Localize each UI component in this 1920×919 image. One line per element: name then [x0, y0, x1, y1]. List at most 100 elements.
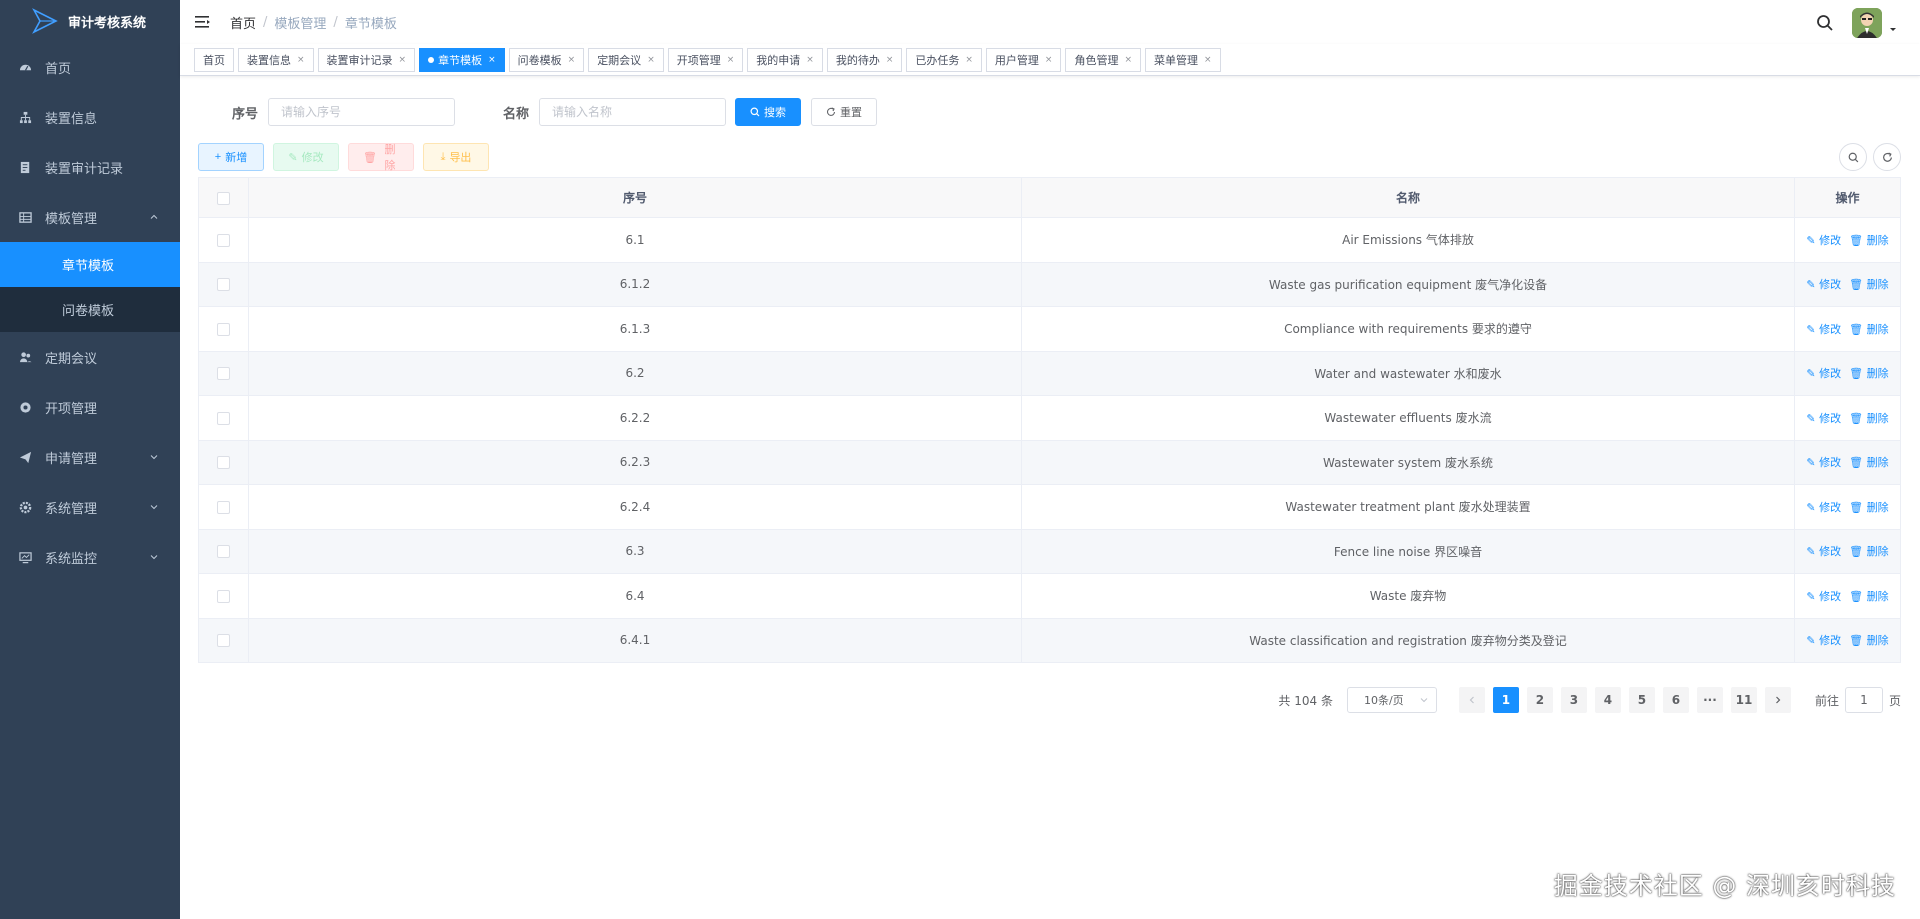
avatar[interactable] — [1852, 8, 1882, 38]
name-input[interactable] — [539, 98, 726, 126]
refresh-button[interactable] — [1873, 143, 1901, 171]
close-icon[interactable]: × — [1124, 55, 1132, 65]
row-delete-button[interactable]: 🗑 删除 — [1849, 545, 1888, 558]
chevron-down-icon[interactable] — [1888, 25, 1898, 35]
tag-10[interactable]: 用户管理 × — [985, 47, 1062, 72]
row-edit-button[interactable]: ✎ 修改 — [1806, 323, 1841, 336]
breadcrumb-home[interactable]: 首页 — [230, 13, 256, 32]
row-edit-button[interactable]: ✎ 修改 — [1806, 234, 1841, 247]
sidebar-subitem-3-0[interactable]: 章节模板 — [0, 242, 180, 287]
sidebar-item-3[interactable]: 模板管理 — [0, 192, 180, 242]
sidebar-item-0[interactable]: 首页 — [0, 42, 180, 92]
edit-button[interactable]: ✎ 修改 — [273, 143, 339, 171]
sidebar-item-6[interactable]: 申请管理 — [0, 432, 180, 482]
close-icon[interactable]: × — [568, 55, 576, 65]
tag-1[interactable]: 装置信息 × — [238, 47, 314, 72]
close-icon[interactable]: × — [806, 55, 814, 65]
select-all-checkbox[interactable] — [217, 191, 230, 205]
row-checkbox[interactable] — [217, 322, 230, 336]
logo[interactable]: 审计考核系统 — [0, 0, 180, 42]
row-checkbox[interactable] — [217, 545, 230, 559]
delete-button[interactable]: 🗑 删除 — [348, 143, 414, 172]
seq-input[interactable] — [268, 98, 455, 126]
sidebar-item-5[interactable]: 开项管理 — [0, 382, 180, 432]
table-row[interactable]: 6.1.2 Waste gas purification equipment 废气… — [198, 262, 1901, 307]
row-delete-button[interactable]: 🗑 删除 — [1849, 234, 1888, 247]
row-edit-button[interactable]: ✎ 修改 — [1806, 545, 1841, 558]
page-size-select[interactable]: 10条/页 — [1346, 687, 1437, 713]
page-button[interactable]: 4 — [1594, 687, 1621, 713]
row-checkbox[interactable] — [217, 411, 230, 425]
row-delete-button[interactable]: 🗑 删除 — [1849, 278, 1888, 291]
row-checkbox[interactable] — [217, 367, 230, 381]
row-delete-button[interactable]: 🗑 删除 — [1849, 501, 1888, 514]
tag-3[interactable]: 章节模板 × — [419, 47, 505, 72]
row-checkbox[interactable] — [217, 278, 230, 292]
sidebar-item-4[interactable]: 定期会议 — [0, 332, 180, 382]
sidebar-item-8[interactable]: 系统监控 — [0, 532, 180, 582]
row-delete-button[interactable]: 🗑 删除 — [1849, 323, 1888, 336]
close-icon[interactable]: × — [1045, 55, 1053, 65]
toggle-search-button[interactable] — [1839, 143, 1867, 171]
page-button[interactable]: 2 — [1526, 687, 1553, 713]
row-delete-button[interactable]: 🗑 删除 — [1849, 634, 1888, 647]
tag-2[interactable]: 装置审计记录 × — [317, 47, 416, 72]
page-button[interactable]: 6 — [1662, 687, 1689, 713]
table-row[interactable]: 6.1 Air Emissions 气体排放 ✎ 修改 🗑 删除 — [198, 217, 1901, 263]
row-checkbox[interactable] — [217, 233, 230, 247]
row-checkbox[interactable] — [217, 456, 230, 470]
table-row[interactable]: 6.3 Fence line noise 界区噪音 ✎ 修改 🗑 删除 — [198, 529, 1901, 574]
tag-7[interactable]: 我的申请 × — [747, 47, 823, 72]
close-icon[interactable]: × — [727, 55, 735, 65]
search-button[interactable]: 搜索 — [735, 98, 801, 126]
page-button[interactable]: 3 — [1560, 687, 1587, 713]
row-checkbox[interactable] — [217, 500, 230, 514]
close-icon[interactable]: × — [1204, 55, 1212, 65]
row-delete-button[interactable]: 🗑 删除 — [1849, 412, 1888, 425]
tag-8[interactable]: 我的待办 × — [826, 47, 903, 72]
export-button[interactable]: ⤓ 导出 — [423, 143, 489, 171]
tag-9[interactable]: 已办任务 × — [906, 47, 982, 72]
row-edit-button[interactable]: ✎ 修改 — [1806, 501, 1841, 514]
tag-5[interactable]: 定期会议 × — [588, 47, 664, 72]
tag-6[interactable]: 开项管理 × — [667, 47, 744, 72]
table-row[interactable]: 6.1.3 Compliance with requirements 要求的遵守 ✎… — [198, 306, 1901, 352]
row-edit-button[interactable]: ✎ 修改 — [1806, 367, 1841, 380]
row-checkbox[interactable] — [217, 634, 230, 648]
page-button[interactable]: 11 — [1730, 687, 1757, 713]
search-icon[interactable] — [1816, 14, 1834, 32]
hamburger-icon[interactable] — [194, 13, 212, 31]
sidebar-subitem-3-1[interactable]: 问卷模板 — [0, 287, 180, 332]
sidebar-item-1[interactable]: 装置信息 — [0, 92, 180, 142]
tag-12[interactable]: 菜单管理 × — [1145, 47, 1221, 72]
table-row[interactable]: 6.2.2 Wastewater effluents 废水流 ✎ 修改 🗑 删除 — [198, 395, 1901, 441]
row-delete-button[interactable]: 🗑 删除 — [1849, 367, 1888, 380]
tag-4[interactable]: 问卷模板 × — [508, 47, 585, 72]
row-delete-button[interactable]: 🗑 删除 — [1849, 590, 1888, 603]
close-icon[interactable]: × — [647, 55, 655, 65]
tag-0[interactable]: 首页 — [194, 47, 234, 72]
table-row[interactable]: 6.2.4 Wastewater treatment plant 废水处理装置 ✎ … — [198, 484, 1901, 530]
table-row[interactable]: 6.4 Waste 废弃物 ✎ 修改 🗑 删除 — [198, 573, 1901, 619]
more-pages-button[interactable]: ··· — [1696, 687, 1723, 713]
page-button[interactable]: 5 — [1628, 687, 1655, 713]
page-button[interactable]: 1 — [1492, 687, 1519, 713]
row-edit-button[interactable]: ✎ 修改 — [1806, 278, 1841, 291]
sidebar-item-2[interactable]: 装置审计记录 — [0, 142, 180, 192]
add-button[interactable]: + 新增 — [198, 143, 264, 171]
row-edit-button[interactable]: ✎ 修改 — [1806, 590, 1841, 603]
row-delete-button[interactable]: 🗑 删除 — [1849, 456, 1888, 469]
row-checkbox[interactable] — [217, 589, 230, 603]
prev-page-button[interactable] — [1458, 687, 1485, 713]
table-row[interactable]: 6.2 Water and wastewater 水和废水 ✎ 修改 🗑 删除 — [198, 351, 1901, 396]
next-page-button[interactable] — [1764, 687, 1791, 713]
table-row[interactable]: 6.4.1 Waste classification and registrati… — [198, 618, 1901, 663]
sidebar-item-7[interactable]: 系统管理 — [0, 482, 180, 532]
close-icon[interactable]: × — [297, 55, 305, 65]
goto-page-input[interactable]: 1 — [1844, 687, 1883, 713]
close-icon[interactable]: × — [488, 55, 496, 65]
close-icon[interactable]: × — [399, 55, 407, 65]
reset-button[interactable]: 重置 — [811, 98, 877, 126]
row-edit-button[interactable]: ✎ 修改 — [1806, 456, 1841, 469]
row-edit-button[interactable]: ✎ 修改 — [1806, 412, 1841, 425]
